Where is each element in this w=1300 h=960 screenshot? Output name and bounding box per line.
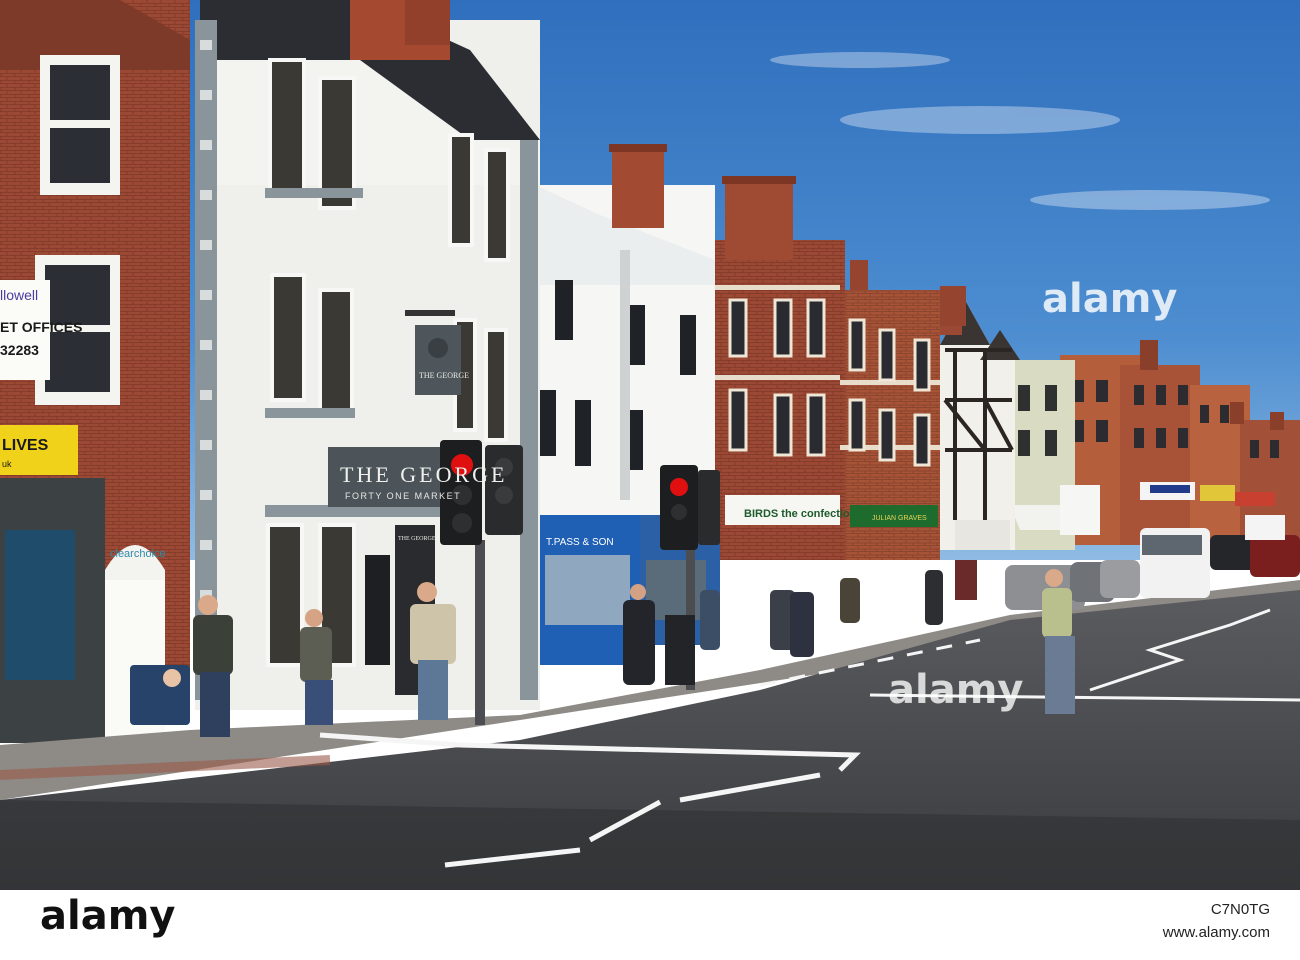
left-brick-building [0,0,190,743]
lives-sub-sign: uk [2,459,12,469]
clearchoice-sign: clearchoice [110,548,166,560]
estate-agent-line: ET OFFICES [0,319,82,335]
image-id: C7N0TG [1210,901,1270,918]
street-scene-photo: THE GEORGE FORTY ONE MARKET THE GEORGE T… [0,0,1300,890]
julian-graves-sign: JULIAN GRAVES [872,515,927,522]
estate-agent-name: llowell [0,287,38,303]
pub-hanging-sign: THE GEORGE [419,371,469,380]
pub-door-sign: THE GEORGE [398,536,436,542]
estate-agent-phone: 32283 [0,342,39,358]
george-building [195,0,540,710]
watermark-middle: alamy [888,667,1023,713]
pass-son-sign: T.PASS & SON [546,537,614,548]
alamy-logo: alamy [40,893,176,939]
watermark-top: alamy [1042,276,1177,322]
image-url: www.alamy.com [1162,924,1270,941]
pub-name-sign: THE GEORGE [340,462,507,487]
lives-sign: LIVES [2,437,49,454]
pub-tagline-sign: FORTY ONE MARKET [345,491,461,501]
footer-bar [0,890,1300,960]
